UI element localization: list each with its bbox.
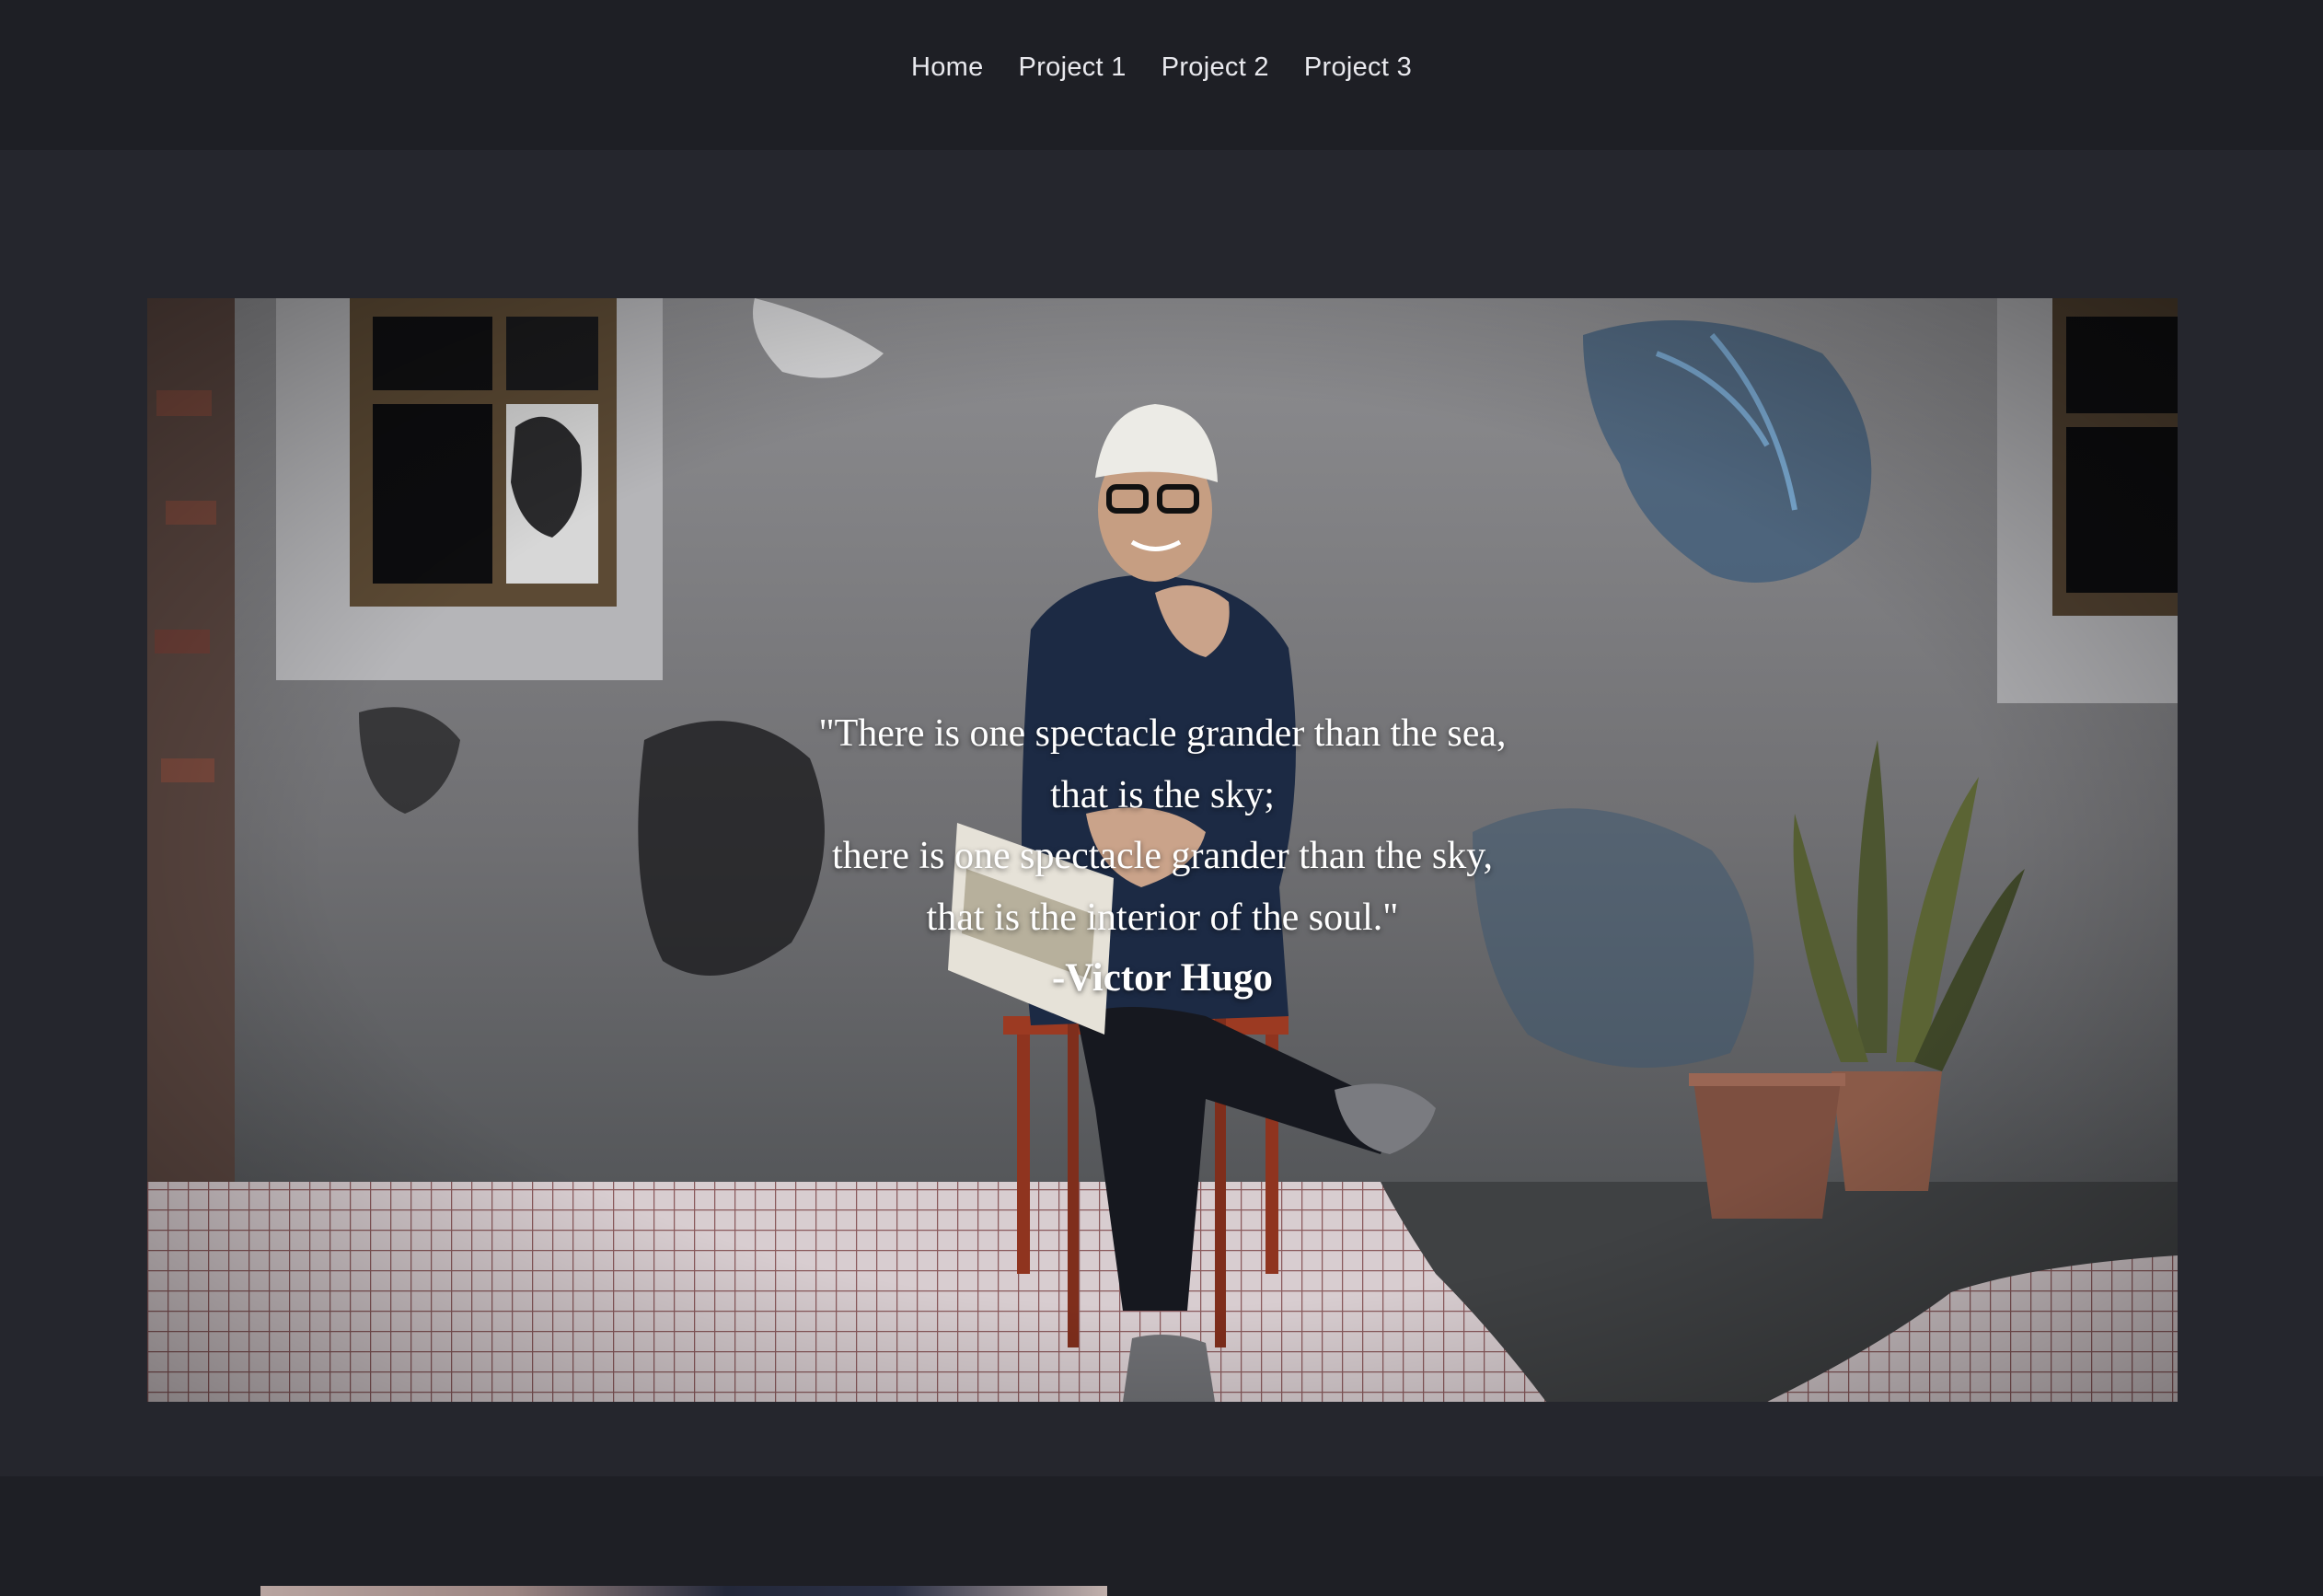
nav-link-project-2[interactable]: Project 2 xyxy=(1162,46,1269,88)
quote-line-2: that is the sky; xyxy=(1050,773,1275,816)
top-nav-bar: Home Project 1 Project 2 Project 3 xyxy=(0,0,2323,150)
nav-link-project-3[interactable]: Project 3 xyxy=(1304,46,1412,88)
nav-link-project-1[interactable]: Project 1 xyxy=(1019,46,1127,88)
project-thumbnail[interactable] xyxy=(260,1586,1107,1596)
quote-line-1: "There is one spectacle grander than the… xyxy=(818,712,1507,755)
hero-section: "There is one spectacle grander than the… xyxy=(0,150,2323,1476)
quote-line-4: that is the interior of the soul." xyxy=(926,896,1399,939)
hero-photo: "There is one spectacle grander than the… xyxy=(147,298,2178,1402)
projects-section xyxy=(0,1476,2323,1596)
quote-author: -Victor Hugo xyxy=(1051,956,1274,1000)
hero-quote: "There is one spectacle grander than the… xyxy=(147,703,2178,1010)
quote-line-3: there is one spectacle grander than the … xyxy=(832,835,1493,877)
nav-link-home[interactable]: Home xyxy=(911,46,984,88)
main-nav: Home Project 1 Project 2 Project 3 xyxy=(0,46,2323,88)
